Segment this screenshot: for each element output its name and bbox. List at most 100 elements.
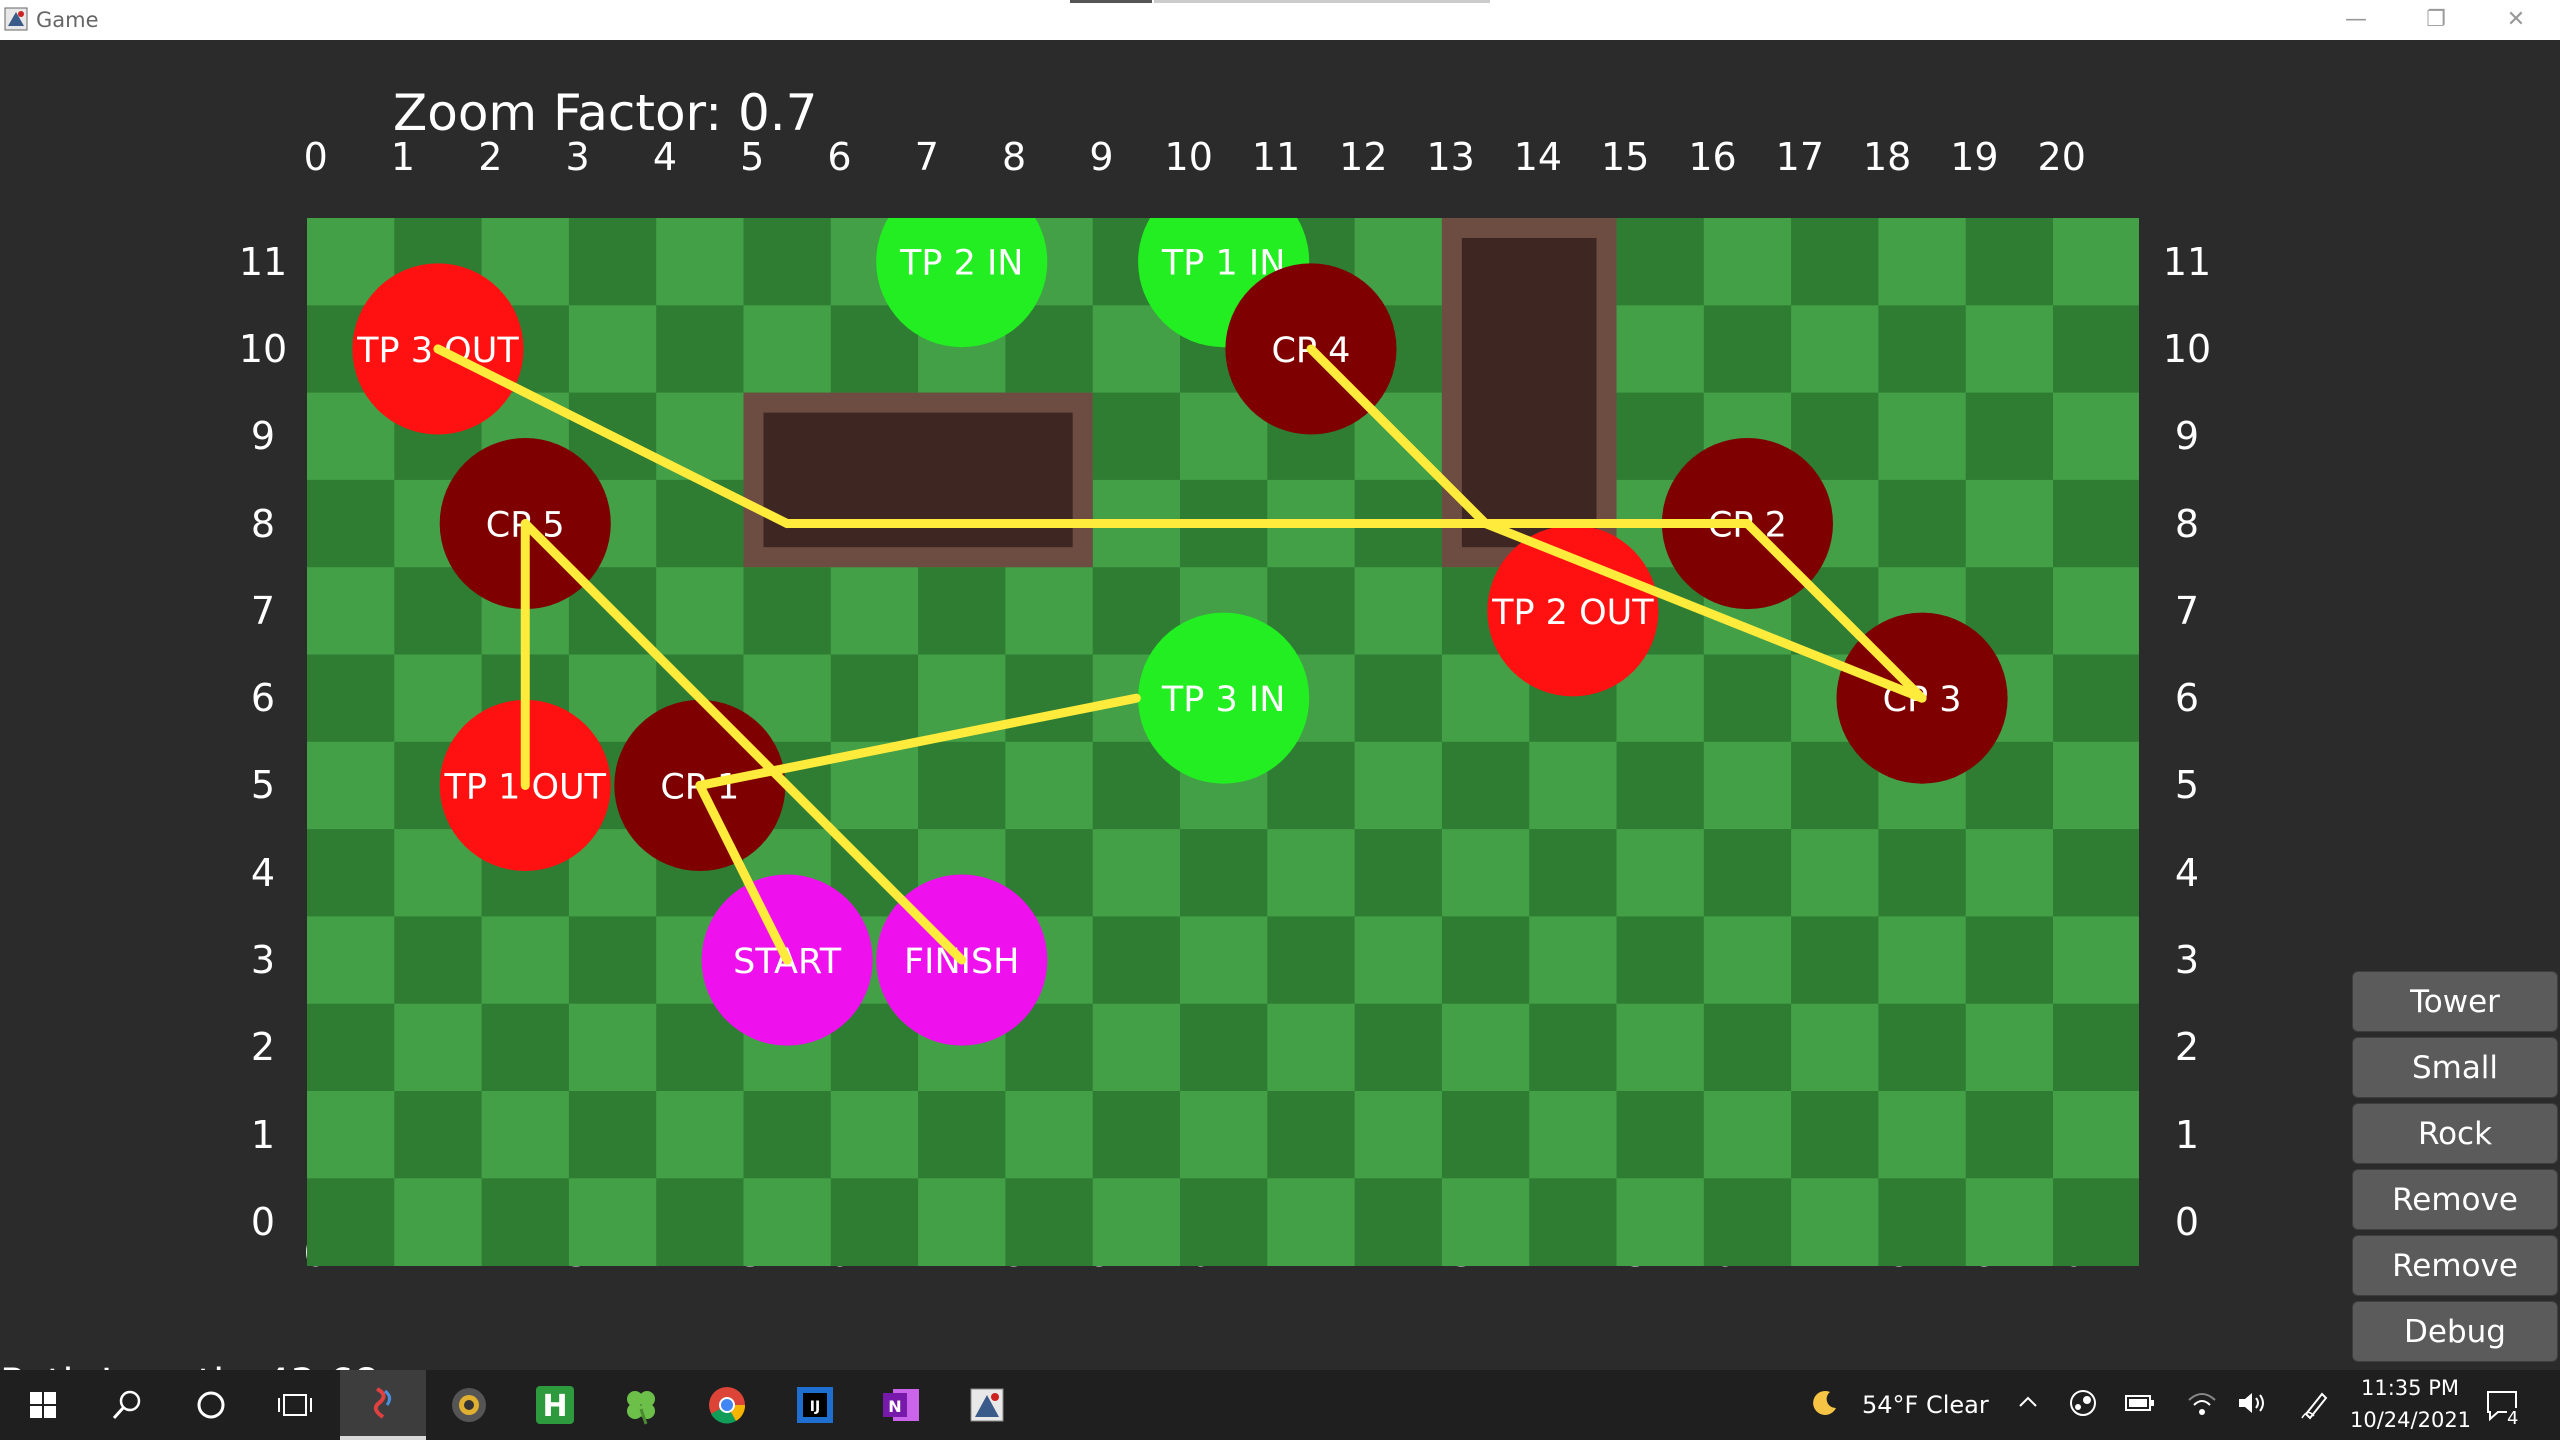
board-tile [481, 1091, 570, 1179]
java-game-icon[interactable] [340, 1370, 426, 1440]
board-tile [1092, 392, 1181, 481]
axis-tick-label: 3 [250, 938, 276, 983]
board-tile [743, 218, 832, 306]
board-tile [1616, 1003, 1705, 1092]
cortana-icon[interactable] [168, 1370, 254, 1440]
board-tile [1791, 1178, 1879, 1266]
axis-tick-label: 15 [1601, 135, 1650, 179]
board-tile [1878, 1003, 1967, 1092]
board-tile [1703, 1091, 1792, 1179]
axis-tick-label: 6 [827, 135, 852, 179]
axis-tick-label: 9 [1089, 135, 1114, 179]
steam-icon[interactable] [2068, 1388, 2098, 1424]
axis-tick-label: 7 [2174, 588, 2200, 633]
task-view-icon[interactable] [252, 1370, 338, 1440]
axis-tick-label: 2 [478, 135, 503, 179]
weather-text[interactable]: 54°F Clear [1862, 1391, 1989, 1419]
board-tile [1703, 829, 1792, 917]
board-tile [1616, 829, 1705, 917]
windows-start-icon[interactable] [0, 1370, 86, 1440]
board-tile [1267, 1003, 1356, 1092]
board-tile [1878, 916, 1967, 1005]
restore-button[interactable]: ❐ [2396, 0, 2476, 40]
board-tile [830, 1091, 919, 1179]
remove-rock-button[interactable]: Remove Rock [2352, 1235, 2558, 1345]
axis-tick-label: 10 [238, 326, 288, 371]
board-tile [1529, 1003, 1618, 1092]
board-tile [1180, 1003, 1268, 1092]
axis-tick-label: 1 [2174, 1112, 2200, 1157]
axis-tick-label: 7 [914, 135, 939, 179]
axis-tick-label: 17 [1775, 135, 1825, 179]
taskbar: H IJ N 54°F Clear 11:35 PM 10/24/2021 4 [0, 1370, 2560, 1440]
board-tile [307, 829, 395, 917]
clover-icon[interactable] [598, 1370, 684, 1440]
board-tile [1878, 392, 1967, 481]
axis-tick-label: 5 [250, 763, 276, 808]
marker-tp-3-in[interactable]: TP 3 IN [1138, 612, 1310, 784]
board-tile [1354, 916, 1443, 1005]
axis-tick-label: 11 [2162, 239, 2212, 284]
axis-tick-label: 3 [2174, 938, 2200, 983]
board-tile [2053, 567, 2139, 656]
board-tile [1529, 1091, 1618, 1179]
board-tile [1267, 916, 1356, 1005]
board-tile [1616, 305, 1705, 394]
board-tile [307, 916, 395, 1005]
intellij-icon[interactable]: IJ [772, 1370, 858, 1440]
board-tile [918, 1091, 1006, 1179]
board-tile [656, 218, 745, 306]
onenote-icon[interactable]: N [858, 1370, 944, 1440]
chrome-icon[interactable] [684, 1370, 770, 1440]
board-tile [2053, 741, 2139, 830]
board-tile [2053, 479, 2139, 568]
board-tile [656, 1091, 745, 1179]
game-canvas[interactable]: Zoom Factor: 0.7 0 1 2 3 4 5 6 7 8 9 10 11 12 13 14 15 1… [0, 40, 2560, 1407]
axis-tick-label: 11 [238, 239, 288, 284]
clock-date[interactable]: 10/24/2021 [2350, 1408, 2471, 1432]
axis-tick-label: 7 [250, 588, 276, 633]
tab-indicator [1154, 0, 1490, 3]
battery-icon[interactable] [2124, 1389, 2156, 1423]
remove-tower-button[interactable]: Remove Tower [2352, 1169, 2558, 1279]
board-tile [307, 567, 395, 656]
pen-icon[interactable] [2300, 1388, 2332, 1426]
rock-vertical [1461, 238, 1597, 548]
volume-icon[interactable] [2236, 1389, 2268, 1423]
marker-tp-2-out[interactable]: TP 2 OUT [1487, 525, 1659, 697]
clock-time[interactable]: 11:35 PM [2360, 1376, 2460, 1400]
board-tile [1791, 305, 1879, 394]
h-app-icon[interactable]: H [512, 1370, 598, 1440]
tower-button[interactable]: Tower [2352, 971, 2558, 1032]
board-tile [1616, 916, 1705, 1005]
board-tile [1791, 916, 1879, 1005]
board-tile [2053, 1178, 2139, 1266]
board-tile [1354, 567, 1443, 656]
board-tile [1965, 829, 2054, 917]
board-tile [2053, 1091, 2139, 1179]
board-tile [1441, 916, 1530, 1005]
minimize-button[interactable]: — [2316, 0, 2396, 40]
small-blocker-button[interactable]: Small Blocker [2352, 1037, 2558, 1147]
board-tile [918, 567, 1006, 656]
axis-tick-label: 1 [390, 135, 416, 179]
debug-button[interactable]: Debug [2352, 1301, 2558, 1362]
game-window-icon[interactable] [944, 1370, 1030, 1440]
board-tile [1529, 1178, 1618, 1266]
search-icon[interactable] [84, 1370, 170, 1440]
rock-button[interactable]: Rock [2352, 1103, 2558, 1164]
close-button[interactable]: ✕ [2476, 0, 2556, 40]
chevron-up-icon[interactable] [2016, 1390, 2040, 1420]
board-tile [1354, 829, 1443, 917]
board-tile [1791, 1091, 1879, 1179]
board-tile [1703, 218, 1792, 306]
game-board[interactable]: TP 2 IN TP 1 INTP 3 INTP 3 OUTTP 2 OUTTP … [307, 218, 2139, 1266]
unity-icon[interactable] [426, 1370, 512, 1440]
board-tile [1005, 654, 1094, 743]
board-tile [1965, 916, 2054, 1005]
wifi-icon[interactable] [2186, 1388, 2218, 1424]
board-tile [1529, 741, 1618, 830]
board-tile [1878, 1091, 1967, 1179]
board-tile [1441, 1091, 1530, 1179]
board-tile [307, 1178, 395, 1266]
